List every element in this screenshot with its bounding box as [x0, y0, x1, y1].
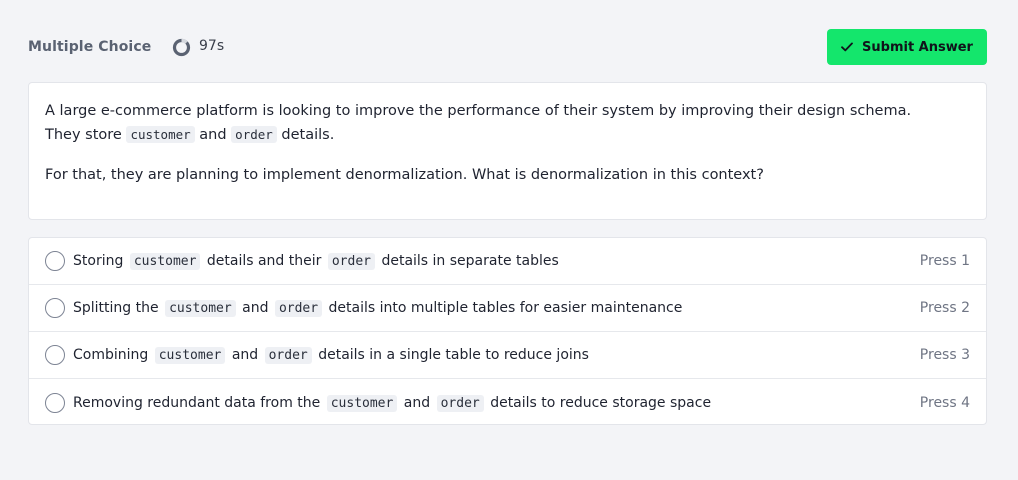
code-customer: customer — [154, 347, 226, 364]
code-customer: customer — [165, 300, 236, 317]
keyboard-shortcut-hint: Press 3 — [919, 347, 970, 363]
code-order: order — [274, 300, 323, 317]
submit-answer-label: Submit Answer — [862, 39, 973, 55]
loading-ring-icon — [172, 38, 191, 57]
keyboard-shortcut-hint: Press 2 — [919, 300, 970, 316]
radio-button[interactable] — [45, 251, 65, 271]
keyboard-shortcut-hint: Press 1 — [919, 253, 970, 269]
answer-option-text: Removing redundant data from the custome… — [73, 394, 712, 412]
code-order: order — [327, 253, 375, 270]
keyboard-shortcut-hint: Press 4 — [919, 394, 970, 411]
question-text: A large e-commerce platform is looking t… — [45, 99, 970, 147]
question-prompt: For that, they are planning to implement… — [45, 167, 764, 183]
code-customer: customer — [126, 126, 195, 143]
answer-option-text: Splitting the customer and order details… — [73, 300, 683, 317]
answer-option-4[interactable]: Removing redundant data from the custome… — [29, 379, 986, 426]
question-type-title: Multiple Choice — [28, 39, 152, 55]
question-line-2-and: and — [199, 127, 227, 143]
check-icon — [841, 42, 853, 52]
answer-option-3[interactable]: Combining customer and order details in … — [29, 332, 986, 379]
radio-button[interactable] — [45, 392, 65, 413]
question-line-2-end: details. — [281, 127, 335, 143]
question-line-1: A large e-commerce platform is looking t… — [45, 103, 912, 119]
answer-option-text: Storing customer details and their order… — [73, 253, 559, 270]
code-customer: customer — [326, 394, 398, 412]
answer-option-2[interactable]: Splitting the customer and order details… — [29, 285, 986, 332]
radio-button[interactable] — [45, 345, 65, 365]
radio-button[interactable] — [45, 298, 65, 318]
code-order: order — [231, 126, 277, 143]
answer-option-text: Combining customer and order details in … — [73, 347, 589, 364]
code-order: order — [264, 347, 312, 364]
answer-options: Storing customer details and their order… — [28, 237, 987, 425]
timer-text: 97s — [199, 38, 225, 54]
answer-option-1[interactable]: Storing customer details and their order… — [29, 238, 986, 285]
code-order: order — [436, 394, 484, 412]
question-card: A large e-commerce platform is looking t… — [28, 82, 987, 220]
submit-answer-button[interactable]: Submit Answer — [827, 29, 987, 65]
code-customer: customer — [129, 253, 201, 270]
header: Multiple Choice 97s Submit Answer — [28, 29, 987, 65]
question-line-2-start: They store — [45, 127, 122, 143]
